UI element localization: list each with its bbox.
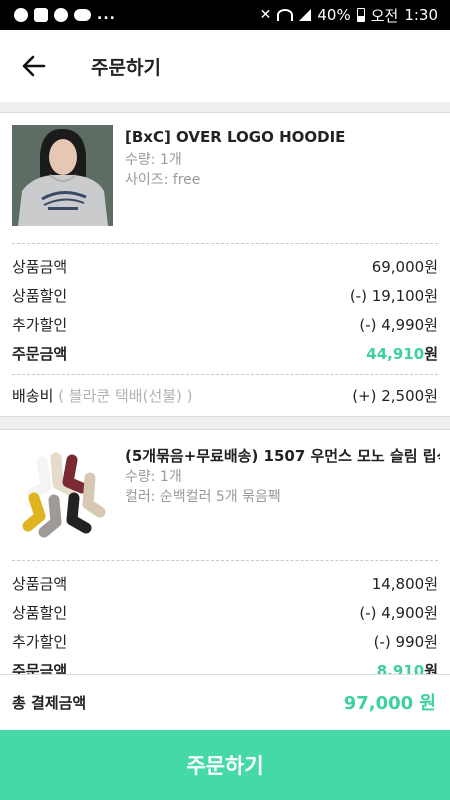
kakaotalk-notification-icon bbox=[74, 9, 91, 21]
product-color: 컬러: 순백컬러 5개 묶음팩 bbox=[125, 489, 281, 505]
system-status: ✕ 40% 오전 1:30 bbox=[260, 5, 438, 25]
order-total-value: 44,910 bbox=[366, 345, 425, 363]
price-row-discount: 상품할인 (-) 4,900원 bbox=[12, 598, 438, 627]
app-header: 주문하기 bbox=[0, 30, 450, 102]
total-payment-value: 97,000 원 bbox=[343, 693, 436, 714]
shipping-method: ( 블라쿤 택배(선불) ) bbox=[53, 386, 193, 405]
status-time: 1:30 bbox=[404, 6, 438, 24]
price-value: (-) 19,100원 bbox=[349, 287, 438, 305]
notification-icons: ... bbox=[14, 7, 116, 23]
order-item-card: (5개묶음+무료배송) 1507 우먼스 모노 슬림 립삭스 수량: 1개 컬러… bbox=[0, 429, 450, 674]
price-label: 상품할인 bbox=[12, 604, 68, 622]
shipping-fee: (+) 2,500원 bbox=[352, 386, 438, 405]
gallery-notification-icon bbox=[34, 8, 48, 22]
order-total-unit: 원 bbox=[424, 662, 438, 674]
page-title: 주문하기 bbox=[91, 57, 161, 79]
price-breakdown: 상품금액 14,800원 상품할인 (-) 4,900원 추가할인 (-) 99… bbox=[12, 561, 438, 674]
app-notification-icon bbox=[14, 8, 28, 22]
price-row-order-total: 주문금액 44,910원 bbox=[12, 339, 438, 368]
price-label: 추가할인 bbox=[12, 633, 68, 651]
price-row-extra-discount: 추가할인 (-) 990원 bbox=[12, 627, 438, 656]
price-row-discount: 상품할인 (-) 19,100원 bbox=[12, 281, 438, 310]
order-total-value: 8,910 bbox=[376, 662, 425, 674]
order-total-label: 주문금액 bbox=[12, 345, 68, 363]
instagram-notification-icon bbox=[54, 8, 68, 22]
product-info: (5개묶음+무료배송) 1507 우먼스 모노 슬림 립삭스 수량: 1개 컬러… bbox=[12, 430, 440, 560]
price-value: (-) 4,900원 bbox=[359, 604, 438, 622]
order-item-card: [BxC] OVER LOGO HOODIE 수량: 1개 사이즈: free … bbox=[0, 112, 450, 417]
product-size: 사이즈: free bbox=[125, 172, 201, 188]
order-total-label: 주문금액 bbox=[12, 662, 68, 674]
product-name[interactable]: [BxC] OVER LOGO HOODIE bbox=[125, 128, 440, 146]
order-total-unit: 원 bbox=[424, 345, 438, 363]
price-row-product: 상품금액 14,800원 bbox=[12, 569, 438, 598]
product-name[interactable]: (5개묶음+무료배송) 1507 우먼스 모노 슬림 립삭스 bbox=[125, 445, 440, 466]
total-payment-label: 총 결제금액 bbox=[12, 694, 87, 712]
price-label: 상품금액 bbox=[12, 575, 68, 593]
price-breakdown: 상품금액 69,000원 상품할인 (-) 19,100원 추가할인 (-) 4… bbox=[12, 244, 438, 368]
product-quantity: 수량: 1개 bbox=[125, 469, 182, 485]
price-label: 상품금액 bbox=[12, 258, 68, 276]
place-order-button[interactable]: 주문하기 bbox=[0, 730, 450, 800]
price-value: (-) 4,990원 bbox=[359, 316, 438, 334]
battery-icon bbox=[356, 8, 365, 22]
price-row-extra-discount: 추가할인 (-) 4,990원 bbox=[12, 310, 438, 339]
back-button[interactable] bbox=[14, 48, 54, 84]
product-thumbnail-hoodie[interactable] bbox=[12, 125, 113, 226]
signal-icon bbox=[299, 9, 312, 21]
wifi-icon bbox=[277, 9, 294, 21]
price-value: 14,800원 bbox=[371, 575, 438, 593]
battery-percent: 40% bbox=[317, 6, 351, 24]
price-row-product: 상품금액 69,000원 bbox=[12, 252, 438, 281]
product-thumbnail-socks[interactable] bbox=[12, 442, 113, 543]
total-payment-bar: 총 결제금액 97,000 원 bbox=[0, 674, 450, 730]
order-list[interactable]: [BxC] OVER LOGO HOODIE 수량: 1개 사이즈: free … bbox=[0, 102, 450, 674]
price-label: 추가할인 bbox=[12, 316, 68, 334]
product-quantity: 수량: 1개 bbox=[125, 152, 182, 168]
price-value: 69,000원 bbox=[371, 258, 438, 276]
product-info: [BxC] OVER LOGO HOODIE 수량: 1개 사이즈: free bbox=[12, 113, 438, 243]
mute-icon: ✕ bbox=[259, 7, 272, 23]
shipping-row: 배송비 ( 블라쿤 택배(선불) ) (+) 2,500원 bbox=[12, 375, 438, 415]
arrow-left-icon bbox=[22, 55, 46, 77]
status-ampm: 오전 bbox=[370, 6, 399, 25]
status-bar: ... ✕ 40% 오전 1:30 bbox=[0, 0, 450, 30]
price-label: 상품할인 bbox=[12, 287, 68, 305]
shipping-label: 배송비 bbox=[12, 386, 54, 405]
more-notifications-icon: ... bbox=[97, 7, 116, 23]
price-value: (-) 990원 bbox=[373, 633, 438, 651]
price-row-order-total: 주문금액 8,910원 bbox=[12, 656, 438, 674]
